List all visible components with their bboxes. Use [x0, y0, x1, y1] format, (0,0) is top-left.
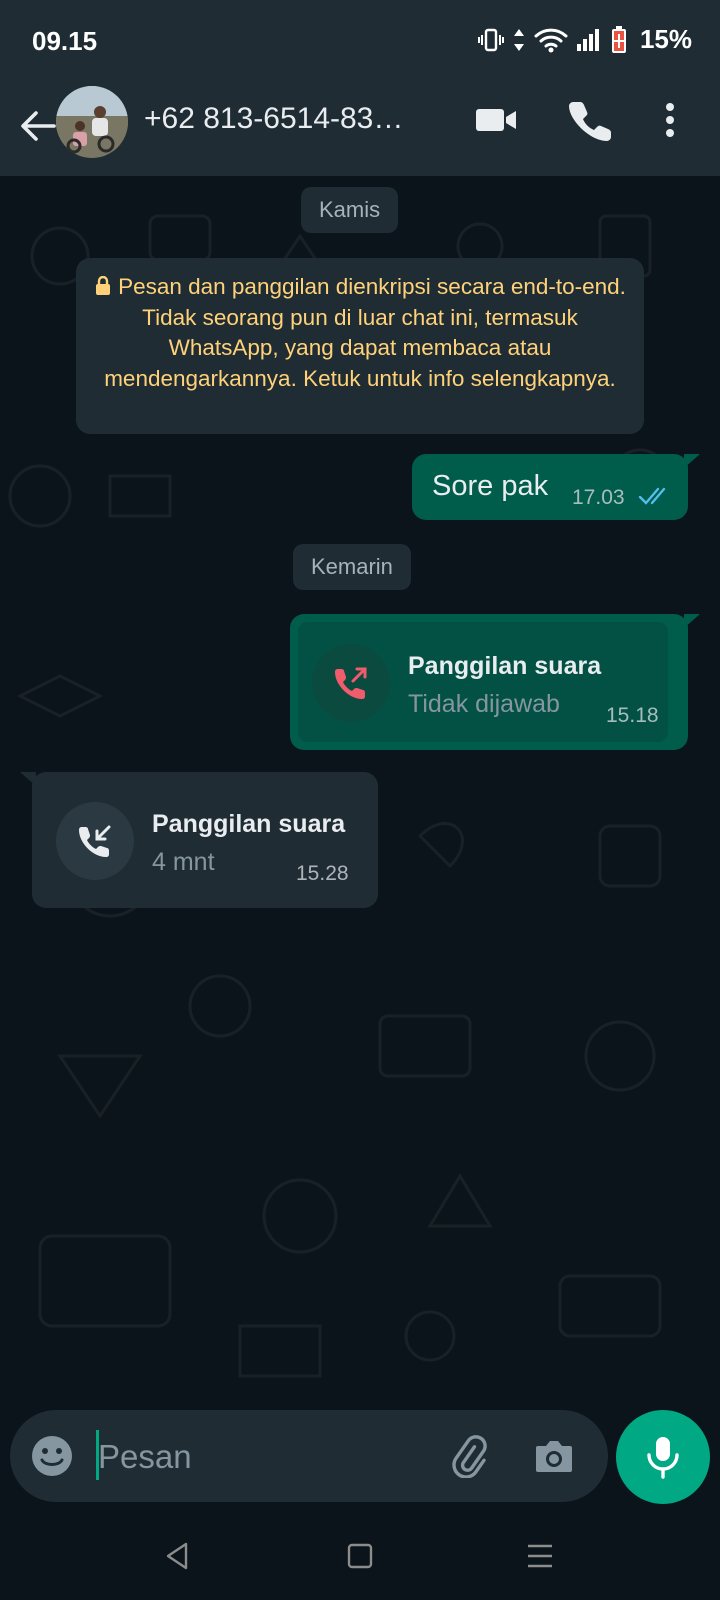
- avatar[interactable]: [56, 86, 128, 158]
- call-title: Panggilan suara: [408, 652, 602, 680]
- nav-home-icon[interactable]: [342, 1538, 378, 1574]
- wifi-icon: [534, 28, 568, 52]
- outgoing-message[interactable]: Sore pak 17.03: [412, 454, 700, 520]
- incoming-call-bubble[interactable]: Panggilan suara 4 mnt 15.28: [20, 772, 378, 908]
- attach-icon[interactable]: [446, 1434, 490, 1478]
- vibrate-icon: [477, 28, 504, 51]
- call-time: 15.28: [296, 862, 349, 885]
- read-ticks-icon: [638, 487, 666, 505]
- message-composer: [10, 1410, 608, 1502]
- avatar-photo-icon: [56, 86, 128, 158]
- video-call-icon[interactable]: [474, 98, 518, 142]
- status-time: 09.15: [32, 26, 98, 56]
- missed-outgoing-call-icon: [335, 667, 367, 699]
- status-bar: 09.15 15%: [0, 0, 720, 80]
- call-icon-circle: [56, 802, 134, 880]
- emoji-icon[interactable]: [30, 1434, 74, 1478]
- bubble-tail: [20, 772, 36, 786]
- encryption-notice[interactable]: Pesan dan panggilan dienkripsi secara en…: [76, 258, 644, 434]
- contact-name[interactable]: +62 813-6514-83…: [144, 102, 403, 136]
- encryption-notice-text: Pesan dan panggilan dienkripsi secara en…: [104, 274, 626, 391]
- text-caret: [96, 1430, 99, 1480]
- call-icon-circle: [312, 644, 390, 722]
- mic-button[interactable]: [616, 1410, 710, 1504]
- nav-back-icon[interactable]: [160, 1538, 196, 1574]
- incoming-call-icon: [79, 825, 111, 857]
- message-time: 17.03: [572, 486, 625, 509]
- camera-icon[interactable]: [532, 1434, 576, 1478]
- system-nav-bar: [0, 1514, 720, 1600]
- data-arrows-icon: [513, 28, 524, 51]
- bubble-tail: [684, 454, 700, 468]
- signal-icon: [576, 28, 599, 51]
- date-chip-kamis: Kamis: [301, 187, 399, 233]
- outgoing-call-bubble[interactable]: Panggilan suara Tidak dijawab 15.18: [290, 614, 700, 750]
- call-subtitle: Tidak dijawab: [408, 690, 560, 718]
- bubble-tail: [684, 614, 700, 628]
- more-vert-icon[interactable]: [648, 98, 692, 142]
- call-subtitle: 4 mnt: [152, 848, 215, 876]
- nav-recents-icon[interactable]: [522, 1538, 558, 1574]
- lock-icon: [96, 275, 111, 295]
- date-chip-kemarin: Kemarin: [293, 544, 411, 590]
- call-time: 15.18: [606, 704, 659, 727]
- phone-icon[interactable]: [568, 98, 612, 142]
- message-text: Sore pak: [432, 470, 549, 502]
- battery-percentage: 15%: [639, 24, 692, 54]
- message-input[interactable]: [96, 1430, 440, 1484]
- status-icons: 15%: [477, 24, 692, 55]
- battery-icon: [611, 25, 626, 53]
- back-arrow-icon[interactable]: [14, 102, 62, 150]
- mic-icon: [647, 1437, 679, 1479]
- call-title: Panggilan suara: [152, 810, 346, 838]
